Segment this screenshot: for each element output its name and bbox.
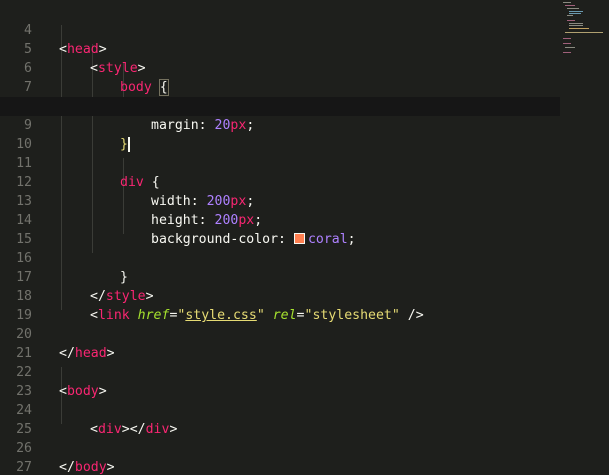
code-line[interactable]: 24 <div></div>	[0, 382, 560, 437]
code-line[interactable]: 20 </head>	[0, 306, 560, 361]
minimap-line	[565, 32, 603, 33]
minimap-line	[563, 38, 571, 39]
minimap-line	[567, 20, 575, 21]
code-line[interactable]: 5 <style>	[0, 21, 560, 76]
minimap-line	[569, 28, 589, 29]
minimap-line	[565, 5, 575, 6]
code-line[interactable]: 10	[0, 116, 560, 152]
code-line[interactable]: 16 }	[0, 230, 560, 285]
code-line[interactable]: 27 <html>	[0, 439, 560, 475]
code-line[interactable]: 14 background-color: coral;	[0, 192, 560, 247]
minimap-line	[563, 2, 571, 3]
code-line[interactable]: 13 height: 200px;	[0, 173, 560, 228]
code-line[interactable]: 8 margin: 20px;	[0, 78, 560, 133]
minimap-line	[567, 8, 579, 9]
code-line[interactable]: 22 <body>	[0, 344, 560, 399]
code-line-active[interactable]: 9 }	[0, 97, 560, 152]
minimap-line	[569, 11, 583, 12]
code-line[interactable]: 7 height: 100vh;	[0, 59, 560, 114]
code-line[interactable]: 12 width: 200px;	[0, 154, 560, 209]
code-line[interactable]: 21	[0, 325, 560, 361]
code-line[interactable]: 17 </style>	[0, 249, 560, 304]
minimap-line	[563, 52, 571, 53]
code-line[interactable]: 18 <link href="style.css" rel="styleshee…	[0, 268, 560, 323]
minimap-line	[569, 13, 581, 14]
code-line[interactable]: 23	[0, 363, 560, 399]
minimap-line	[563, 43, 571, 44]
minimap-line	[569, 23, 583, 24]
code-line[interactable]: 4 <head>	[0, 2, 560, 57]
minimap-line	[569, 25, 583, 26]
line-number: 27	[16, 460, 32, 475]
code-line[interactable]: 26 </body>	[0, 420, 560, 475]
code-line[interactable]: 15	[0, 211, 560, 247]
minimap[interactable]	[561, 0, 609, 60]
code-editor[interactable]: 4 <head> 5 <style> 6 body { 7 height: 10…	[0, 0, 609, 475]
code-line[interactable]: 6 body {	[0, 40, 560, 96]
tag-name: body	[74, 460, 107, 475]
minimap-line	[567, 15, 573, 16]
code-line[interactable]: 25	[0, 401, 560, 437]
code-line[interactable]: 19	[0, 287, 560, 323]
code-line[interactable]: 11 div {	[0, 135, 560, 190]
minimap-line	[565, 47, 575, 48]
